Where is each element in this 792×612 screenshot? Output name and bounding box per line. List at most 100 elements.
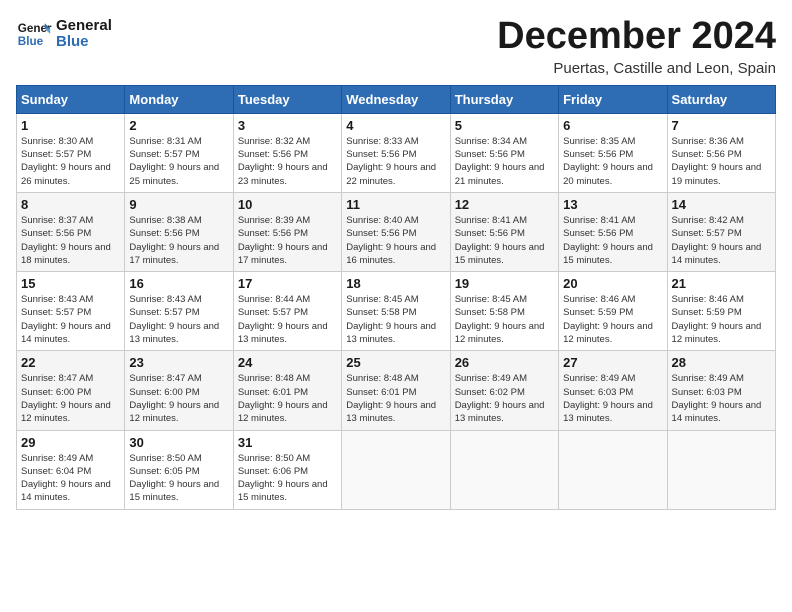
day-info: Sunrise: 8:50 AMSunset: 6:05 PMDaylight:… [129,453,219,504]
weekday-header: Saturday [667,85,775,113]
day-number: 2 [129,118,228,133]
day-info: Sunrise: 8:36 AMSunset: 5:56 PMDaylight:… [672,136,762,187]
calendar-cell: 11 Sunrise: 8:40 AMSunset: 5:56 PMDaylig… [342,192,450,271]
day-number: 13 [563,197,662,212]
day-info: Sunrise: 8:45 AMSunset: 5:58 PMDaylight:… [455,294,545,345]
svg-text:Blue: Blue [18,35,44,48]
calendar-cell: 25 Sunrise: 8:48 AMSunset: 6:01 PMDaylig… [342,351,450,430]
calendar-cell: 26 Sunrise: 8:49 AMSunset: 6:02 PMDaylig… [450,351,558,430]
calendar-cell: 29 Sunrise: 8:49 AMSunset: 6:04 PMDaylig… [17,430,125,509]
day-info: Sunrise: 8:38 AMSunset: 5:56 PMDaylight:… [129,215,219,266]
calendar-week-row: 22 Sunrise: 8:47 AMSunset: 6:00 PMDaylig… [17,351,776,430]
day-number: 27 [563,355,662,370]
day-number: 31 [238,435,337,450]
day-info: Sunrise: 8:30 AMSunset: 5:57 PMDaylight:… [21,136,111,187]
day-info: Sunrise: 8:35 AMSunset: 5:56 PMDaylight:… [563,136,653,187]
calendar-cell: 17 Sunrise: 8:44 AMSunset: 5:57 PMDaylig… [233,272,341,351]
day-info: Sunrise: 8:44 AMSunset: 5:57 PMDaylight:… [238,294,328,345]
day-info: Sunrise: 8:39 AMSunset: 5:56 PMDaylight:… [238,215,328,266]
day-number: 8 [21,197,120,212]
day-number: 19 [455,276,554,291]
day-info: Sunrise: 8:46 AMSunset: 5:59 PMDaylight:… [672,294,762,345]
calendar-cell: 19 Sunrise: 8:45 AMSunset: 5:58 PMDaylig… [450,272,558,351]
day-info: Sunrise: 8:41 AMSunset: 5:56 PMDaylight:… [563,215,653,266]
day-number: 28 [672,355,771,370]
logo-blue: Blue [56,34,112,51]
calendar-cell: 28 Sunrise: 8:49 AMSunset: 6:03 PMDaylig… [667,351,775,430]
calendar-week-row: 15 Sunrise: 8:43 AMSunset: 5:57 PMDaylig… [17,272,776,351]
calendar-cell: 22 Sunrise: 8:47 AMSunset: 6:00 PMDaylig… [17,351,125,430]
day-number: 10 [238,197,337,212]
day-info: Sunrise: 8:41 AMSunset: 5:56 PMDaylight:… [455,215,545,266]
calendar-cell [450,430,558,509]
day-number: 18 [346,276,445,291]
calendar-cell: 23 Sunrise: 8:47 AMSunset: 6:00 PMDaylig… [125,351,233,430]
calendar-week-row: 8 Sunrise: 8:37 AMSunset: 5:56 PMDayligh… [17,192,776,271]
day-number: 5 [455,118,554,133]
day-info: Sunrise: 8:32 AMSunset: 5:56 PMDaylight:… [238,136,328,187]
day-number: 22 [21,355,120,370]
weekday-header: Friday [559,85,667,113]
day-number: 14 [672,197,771,212]
header: General Blue General Blue December 2024 … [16,16,776,77]
day-number: 30 [129,435,228,450]
day-number: 15 [21,276,120,291]
calendar-cell: 7 Sunrise: 8:36 AMSunset: 5:56 PMDayligh… [667,113,775,192]
month-title: December 2024 [497,16,776,58]
calendar-cell [667,430,775,509]
title-area: December 2024 Puertas, Castille and Leon… [497,16,776,77]
calendar-cell: 27 Sunrise: 8:49 AMSunset: 6:03 PMDaylig… [559,351,667,430]
calendar-cell: 13 Sunrise: 8:41 AMSunset: 5:56 PMDaylig… [559,192,667,271]
day-info: Sunrise: 8:47 AMSunset: 6:00 PMDaylight:… [21,373,111,424]
weekday-header: Thursday [450,85,558,113]
calendar-cell: 10 Sunrise: 8:39 AMSunset: 5:56 PMDaylig… [233,192,341,271]
day-info: Sunrise: 8:50 AMSunset: 6:06 PMDaylight:… [238,453,328,504]
day-number: 21 [672,276,771,291]
day-info: Sunrise: 8:37 AMSunset: 5:56 PMDaylight:… [21,215,111,266]
day-number: 9 [129,197,228,212]
calendar-cell: 9 Sunrise: 8:38 AMSunset: 5:56 PMDayligh… [125,192,233,271]
day-info: Sunrise: 8:47 AMSunset: 6:00 PMDaylight:… [129,373,219,424]
day-number: 24 [238,355,337,370]
calendar-cell: 5 Sunrise: 8:34 AMSunset: 5:56 PMDayligh… [450,113,558,192]
day-info: Sunrise: 8:34 AMSunset: 5:56 PMDaylight:… [455,136,545,187]
day-info: Sunrise: 8:42 AMSunset: 5:57 PMDaylight:… [672,215,762,266]
day-number: 26 [455,355,554,370]
calendar-cell: 24 Sunrise: 8:48 AMSunset: 6:01 PMDaylig… [233,351,341,430]
day-number: 11 [346,197,445,212]
day-number: 1 [21,118,120,133]
day-info: Sunrise: 8:45 AMSunset: 5:58 PMDaylight:… [346,294,436,345]
weekday-header: Sunday [17,85,125,113]
day-info: Sunrise: 8:49 AMSunset: 6:04 PMDaylight:… [21,453,111,504]
calendar-cell: 30 Sunrise: 8:50 AMSunset: 6:05 PMDaylig… [125,430,233,509]
day-number: 4 [346,118,445,133]
logo: General Blue General Blue [16,16,112,52]
calendar-cell: 3 Sunrise: 8:32 AMSunset: 5:56 PMDayligh… [233,113,341,192]
calendar-header-row: SundayMondayTuesdayWednesdayThursdayFrid… [17,85,776,113]
day-info: Sunrise: 8:48 AMSunset: 6:01 PMDaylight:… [346,373,436,424]
calendar-cell: 2 Sunrise: 8:31 AMSunset: 5:57 PMDayligh… [125,113,233,192]
day-info: Sunrise: 8:40 AMSunset: 5:56 PMDaylight:… [346,215,436,266]
calendar-cell: 1 Sunrise: 8:30 AMSunset: 5:57 PMDayligh… [17,113,125,192]
calendar-cell: 8 Sunrise: 8:37 AMSunset: 5:56 PMDayligh… [17,192,125,271]
calendar-week-row: 29 Sunrise: 8:49 AMSunset: 6:04 PMDaylig… [17,430,776,509]
weekday-header: Monday [125,85,233,113]
day-info: Sunrise: 8:49 AMSunset: 6:02 PMDaylight:… [455,373,545,424]
calendar-cell: 21 Sunrise: 8:46 AMSunset: 5:59 PMDaylig… [667,272,775,351]
day-number: 17 [238,276,337,291]
calendar-cell: 31 Sunrise: 8:50 AMSunset: 6:06 PMDaylig… [233,430,341,509]
calendar: SundayMondayTuesdayWednesdayThursdayFrid… [16,85,776,510]
day-number: 12 [455,197,554,212]
calendar-cell: 14 Sunrise: 8:42 AMSunset: 5:57 PMDaylig… [667,192,775,271]
day-number: 25 [346,355,445,370]
calendar-cell: 15 Sunrise: 8:43 AMSunset: 5:57 PMDaylig… [17,272,125,351]
day-info: Sunrise: 8:33 AMSunset: 5:56 PMDaylight:… [346,136,436,187]
day-info: Sunrise: 8:43 AMSunset: 5:57 PMDaylight:… [129,294,219,345]
calendar-cell: 4 Sunrise: 8:33 AMSunset: 5:56 PMDayligh… [342,113,450,192]
day-info: Sunrise: 8:49 AMSunset: 6:03 PMDaylight:… [672,373,762,424]
weekday-header: Wednesday [342,85,450,113]
calendar-cell [559,430,667,509]
day-number: 20 [563,276,662,291]
day-number: 6 [563,118,662,133]
day-info: Sunrise: 8:31 AMSunset: 5:57 PMDaylight:… [129,136,219,187]
